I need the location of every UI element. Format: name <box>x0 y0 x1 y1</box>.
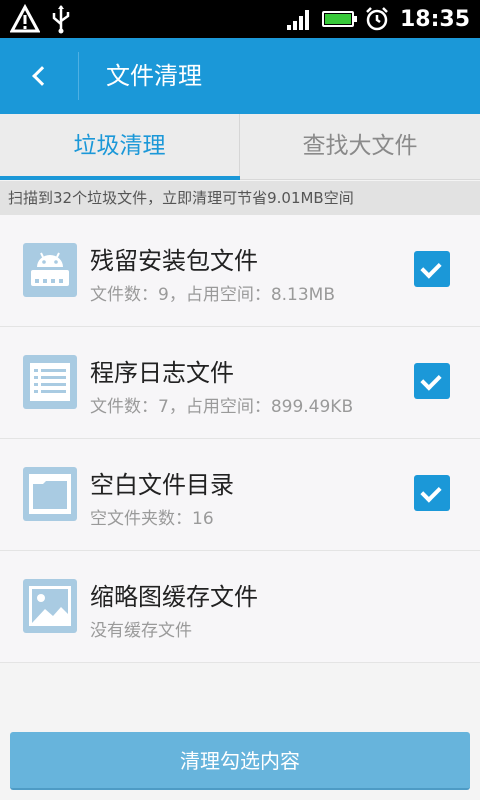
item-title: 缩略图缓存文件 <box>90 583 258 611</box>
item-title: 残留安装包文件 <box>90 247 258 275</box>
item-detail: 没有缓存文件 <box>90 621 192 641</box>
scan-summary: 扫描到32个垃圾文件，立即清理可节省9.01MB空间 <box>0 181 480 215</box>
list-icon <box>23 355 77 409</box>
list-item-empty-folders[interactable]: 空白文件目录 空文件夹数：16 <box>0 439 480 551</box>
junk-category-list: 残留安装包文件 文件数：9，占用空间：8.13MB 程序日志文件 文件数：7，占… <box>0 215 480 663</box>
usb-icon <box>52 5 70 34</box>
item-detail: 文件数：7，占用空间：899.49KB <box>90 397 354 417</box>
item-detail: 空文件夹数：16 <box>90 509 214 529</box>
chevron-left-icon <box>32 66 52 86</box>
clean-selected-button[interactable]: 清理勾选内容 <box>10 732 470 790</box>
clock: 18:35 <box>399 6 470 32</box>
tab-junk-clean[interactable]: 垃圾清理 <box>0 114 240 180</box>
item-title: 程序日志文件 <box>90 359 234 387</box>
page-title: 文件清理 <box>106 62 202 90</box>
notification-icons <box>10 4 72 34</box>
list-item-residual-apk[interactable]: 残留安装包文件 文件数：9，占用空间：8.13MB <box>0 215 480 327</box>
battery-icon <box>321 11 357 27</box>
tab-find-large-files[interactable]: 查找大文件 <box>240 114 480 180</box>
list-item-thumbnail-cache[interactable]: 缩略图缓存文件 没有缓存文件 <box>0 551 480 663</box>
tab-find-large-files-label: 查找大文件 <box>302 133 418 159</box>
battery-level <box>324 14 351 24</box>
title-divider <box>78 52 79 100</box>
tab-bar: 垃圾清理 查找大文件 <box>0 114 480 180</box>
item-checkbox[interactable] <box>414 363 450 399</box>
signal-icon <box>286 10 309 30</box>
android-icon <box>23 243 77 297</box>
item-checkbox[interactable] <box>414 475 450 511</box>
list-item-app-logs[interactable]: 程序日志文件 文件数：7，占用空间：899.49KB <box>0 327 480 439</box>
image-icon <box>23 579 77 633</box>
folder-icon <box>23 467 77 521</box>
status-bar: 18:35 <box>0 0 480 38</box>
alarm-icon <box>366 7 388 31</box>
back-button[interactable] <box>0 38 78 114</box>
item-detail: 文件数：9，占用空间：8.13MB <box>90 285 335 305</box>
active-tab-indicator <box>0 176 240 180</box>
tab-junk-clean-label: 垃圾清理 <box>73 133 166 159</box>
item-checkbox[interactable] <box>414 251 450 287</box>
title-bar: 文件清理 <box>0 38 480 114</box>
item-title: 空白文件目录 <box>90 471 234 499</box>
warning-icon <box>10 4 40 33</box>
